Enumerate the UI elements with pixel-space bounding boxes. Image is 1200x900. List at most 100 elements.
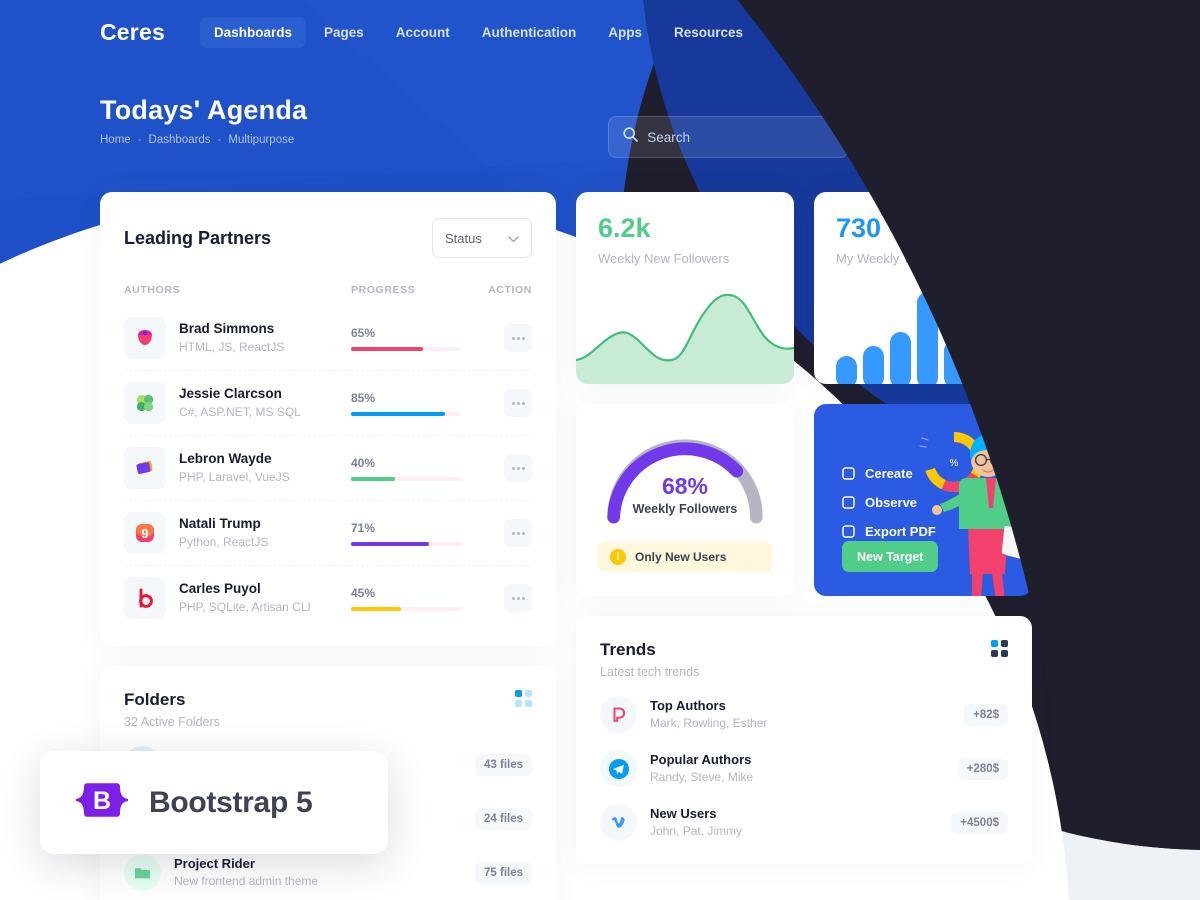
checkbox-icon bbox=[842, 496, 855, 509]
promo-item-cereate[interactable]: Cereate bbox=[842, 466, 936, 481]
folders-grid-menu-icon[interactable] bbox=[515, 690, 532, 707]
diamond-dots-icon[interactable] bbox=[892, 19, 918, 45]
hero-actions: Invite Friend New Goal bbox=[608, 116, 1100, 158]
progress-value: 85% bbox=[351, 390, 376, 405]
promo-checklist: Cereate Observe Export PDF bbox=[842, 466, 936, 553]
invite-friend-button[interactable]: Invite Friend bbox=[863, 116, 984, 158]
table-row[interactable]: Jessie Clarcson C#, ASP.NET, MS SQL 85% bbox=[124, 370, 532, 436]
breadcrumb-item-dashboards[interactable]: Dashboards bbox=[149, 134, 211, 146]
nine-logo-icon: 9 bbox=[124, 512, 166, 554]
clover-logo-icon bbox=[124, 382, 166, 424]
promo-item-export-pdf[interactable]: Export PDF bbox=[842, 524, 936, 539]
gauge-chart: 68% Weekly Followers bbox=[598, 426, 772, 534]
bootstrap-badge-card[interactable]: B Bootstrap 5 bbox=[40, 751, 388, 854]
folders-subtitle: 32 Active Folders bbox=[124, 715, 220, 729]
progress-value: 71% bbox=[351, 520, 376, 535]
notification-badge-dot bbox=[945, 12, 953, 19]
nav-item-pages[interactable]: Pages bbox=[310, 17, 378, 48]
trend-badge: +280$ bbox=[957, 757, 1008, 780]
promo-item-observe[interactable]: Observe bbox=[842, 495, 936, 510]
table-row[interactable]: Brad Simmons HTML, JS, ReactJS 65% bbox=[124, 306, 532, 371]
side-tab-explore[interactable]: Explore bbox=[1176, 118, 1200, 187]
progress-track bbox=[351, 606, 461, 611]
column-header-progress: PROGRESS bbox=[351, 284, 416, 296]
side-tab-help[interactable]: Help bbox=[1176, 194, 1200, 246]
progress-value: 40% bbox=[351, 455, 376, 470]
trend-desc: Mark, Rowling, Esther bbox=[650, 716, 768, 731]
progress-fill bbox=[351, 476, 395, 481]
progress-track bbox=[351, 541, 461, 546]
column-header-authors: AUTHORS bbox=[124, 284, 181, 296]
search-box[interactable] bbox=[608, 116, 849, 158]
progress-fill bbox=[351, 346, 423, 351]
user-avatar[interactable] bbox=[1068, 14, 1104, 50]
sun-brightness-icon[interactable] bbox=[1024, 19, 1050, 45]
weekly-followers-label: Weekly New Followers bbox=[598, 250, 730, 266]
progress-value: 65% bbox=[351, 325, 376, 340]
main-nav: Dashboards Pages Account Authentication … bbox=[199, 16, 757, 48]
grid-apps-icon[interactable] bbox=[980, 19, 1006, 45]
list-item[interactable]: Top Authors Mark, Rowling, Esther +82$ bbox=[600, 696, 1008, 733]
breadcrumb-separator: - bbox=[217, 134, 222, 146]
promo-item-label: Cereate bbox=[865, 466, 913, 481]
row-actions-menu-icon[interactable] bbox=[504, 584, 532, 612]
new-goal-button[interactable]: New Goal bbox=[998, 116, 1100, 158]
trend-badge: +82$ bbox=[964, 703, 1008, 726]
author-name: Natali Trump bbox=[179, 516, 261, 532]
folder-icon bbox=[124, 854, 161, 891]
folder-file-count: 43 files bbox=[475, 753, 532, 776]
plurk-logo-icon bbox=[124, 317, 166, 359]
progress-track bbox=[351, 346, 461, 351]
nav-item-account[interactable]: Account bbox=[382, 17, 464, 48]
table-row[interactable]: 9 Natali Trump Python, ReactJS 71% bbox=[124, 500, 532, 566]
progress-track bbox=[351, 411, 461, 416]
chevron-down-icon bbox=[508, 231, 519, 246]
list-item[interactable]: New Users John, Pat, Jimmy +4500$ bbox=[600, 804, 1008, 841]
chat-bubble-icon[interactable] bbox=[936, 12, 962, 45]
row-actions-menu-icon[interactable] bbox=[504, 454, 532, 482]
author-skills: C#, ASP.NET, MS SQL bbox=[179, 404, 301, 419]
table-row[interactable]: Carles Puyol PHP, SQLite, Artisan CLI 45… bbox=[124, 565, 532, 630]
progress-fill bbox=[351, 606, 401, 611]
progress-track bbox=[351, 476, 461, 481]
svg-text:B: B bbox=[93, 787, 111, 815]
folder-name: Project Rider bbox=[174, 856, 255, 871]
weekly-targets-value: 730 bbox=[836, 213, 882, 243]
svg-text:%: % bbox=[950, 458, 959, 469]
row-actions-menu-icon[interactable] bbox=[504, 519, 532, 547]
trends-grid-menu-icon[interactable] bbox=[991, 640, 1008, 657]
breadcrumb-item-home[interactable]: Home bbox=[100, 134, 131, 146]
side-tab-buy-now[interactable]: Buy now bbox=[1176, 253, 1200, 328]
svg-text:9: 9 bbox=[141, 526, 148, 541]
warning-icon: ! bbox=[610, 549, 626, 565]
search-input[interactable] bbox=[647, 129, 834, 145]
brand-logo[interactable]: Ceres bbox=[100, 19, 165, 46]
bar-chart-icon[interactable] bbox=[848, 19, 874, 45]
trends-subtitle: Latest tech trends bbox=[600, 665, 700, 679]
new-target-button[interactable]: New Target bbox=[842, 541, 939, 572]
gauge-percent: 68% bbox=[661, 473, 709, 499]
nav-item-resources[interactable]: Resources bbox=[660, 17, 757, 48]
trends-card: Trends Latest tech trends Top Authors Ma… bbox=[576, 616, 1032, 864]
list-item[interactable]: Project Rider New frontend admin theme 7… bbox=[124, 854, 532, 891]
nav-item-dashboards[interactable]: Dashboards bbox=[199, 16, 306, 48]
trend-name: New Users bbox=[650, 806, 717, 821]
hero-section: Todays' Agenda Home - Dashboards - Multi… bbox=[0, 95, 1200, 158]
promo-item-label: Export PDF bbox=[865, 524, 936, 539]
progress-fill bbox=[351, 411, 445, 416]
leading-partners-title: Leading Partners bbox=[124, 227, 272, 248]
nav-item-authentication[interactable]: Authentication bbox=[468, 17, 591, 48]
author-skills: HTML, JS, ReactJS bbox=[179, 339, 285, 354]
row-actions-menu-icon[interactable] bbox=[504, 324, 532, 352]
bootstrap-logo-icon: B bbox=[73, 771, 131, 834]
folder-desc: New frontend admin theme bbox=[174, 874, 319, 889]
author-name: Carles Puyol bbox=[179, 581, 261, 597]
table-row[interactable]: Lebron Wayde PHP, Laravel, VueJS 40% bbox=[124, 435, 532, 501]
trend-name: Top Authors bbox=[650, 698, 726, 713]
row-actions-menu-icon[interactable] bbox=[504, 389, 532, 417]
folder-file-count: 24 files bbox=[475, 807, 532, 830]
list-item[interactable]: Popular Authors Randy, Steve, Mike +280$ bbox=[600, 750, 1008, 787]
status-dropdown[interactable]: Status bbox=[432, 218, 532, 258]
top-navbar: Ceres Dashboards Pages Account Authentic… bbox=[0, 0, 1200, 64]
nav-item-apps[interactable]: Apps bbox=[594, 17, 656, 48]
